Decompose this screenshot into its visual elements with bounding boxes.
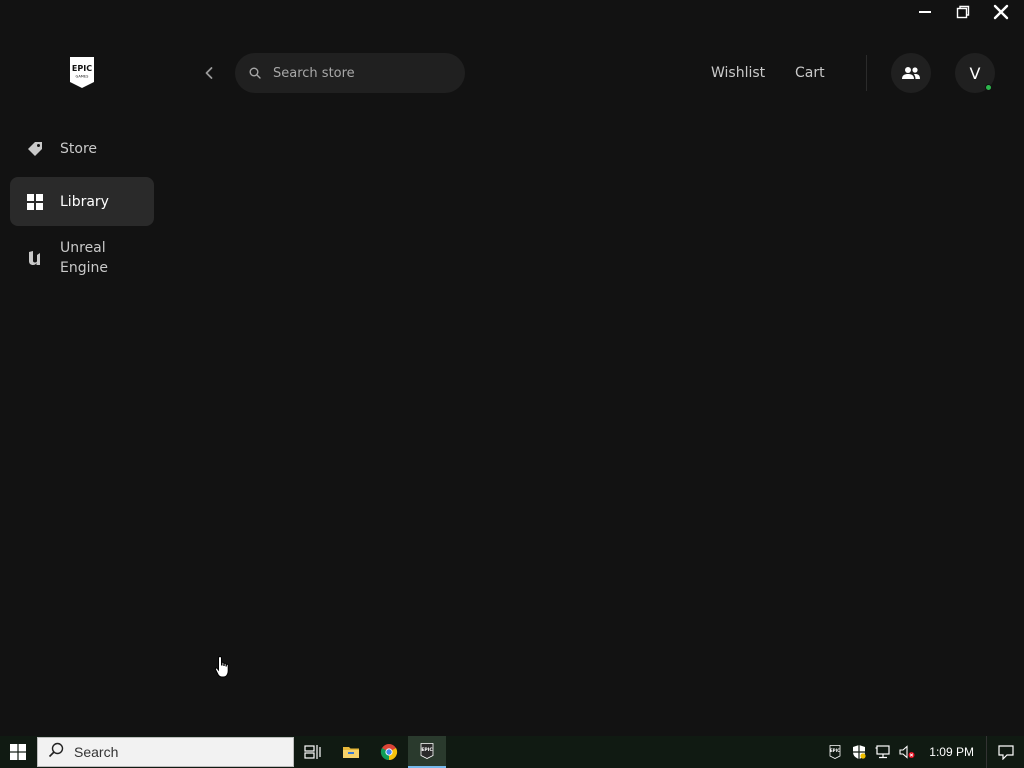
windows-logo-icon <box>10 744 26 760</box>
epic-tray-text: EPIC <box>830 748 840 753</box>
online-status-badge <box>985 84 992 91</box>
back-button[interactable] <box>200 64 218 82</box>
friends-icon <box>902 67 920 79</box>
store-search[interactable] <box>235 53 465 93</box>
notification-icon <box>997 744 1014 760</box>
file-explorer-button[interactable] <box>332 736 370 768</box>
cart-link[interactable]: Cart <box>795 64 825 82</box>
epic-games-icon-text: EPIC <box>421 747 433 753</box>
window-controls <box>916 0 1010 24</box>
taskbar-search[interactable] <box>37 737 294 767</box>
unreal-icon <box>26 249 44 267</box>
sidebar-item-unreal-engine[interactable]: Unreal Engine <box>10 230 154 286</box>
sidebar-item-label: Store <box>60 140 98 157</box>
folder-icon <box>343 747 359 758</box>
wishlist-link[interactable]: Wishlist <box>711 64 765 82</box>
sidebar: Store Library Unreal Engine <box>10 124 154 290</box>
task-view-button[interactable] <box>294 736 332 768</box>
action-center-button[interactable] <box>986 736 1024 768</box>
friends-button[interactable] <box>891 53 931 93</box>
avatar-initial: V <box>969 63 981 83</box>
chrome-icon <box>380 744 398 761</box>
minimize-icon[interactable] <box>916 3 934 21</box>
security-shield-icon[interactable] <box>847 736 871 768</box>
epic-games-logo[interactable]: EPIC GAMES <box>68 56 96 89</box>
windows-taskbar: EPIC EPIC 1:09 PM <box>0 736 1024 768</box>
logo-text-games: GAMES <box>76 75 90 79</box>
taskbar-clock[interactable]: 1:09 PM <box>919 745 986 759</box>
task-view-icon <box>304 745 321 759</box>
search-input[interactable] <box>273 65 453 81</box>
epic-tray-icon[interactable]: EPIC <box>823 736 847 768</box>
epic-games-icon: EPIC <box>420 743 434 759</box>
sidebar-item-label: Unreal Engine <box>60 240 108 276</box>
sidebar-item-library[interactable]: Library <box>10 177 154 226</box>
volume-muted-icon[interactable] <box>895 736 919 768</box>
chrome-button[interactable] <box>370 736 408 768</box>
search-icon <box>249 64 261 83</box>
network-icon[interactable] <box>871 736 895 768</box>
sidebar-item-label: Library <box>60 193 109 210</box>
search-icon <box>48 742 64 762</box>
grid-icon <box>26 193 44 211</box>
windows-start-button[interactable] <box>0 736 36 768</box>
logo-text-epic: EPIC <box>72 64 92 73</box>
header-divider <box>866 55 867 91</box>
hand-cursor-icon <box>214 655 232 683</box>
restore-icon[interactable] <box>954 3 972 21</box>
close-icon[interactable] <box>992 3 1010 21</box>
system-tray: EPIC 1:09 PM <box>823 736 1024 768</box>
taskbar-search-input[interactable] <box>74 744 274 760</box>
avatar[interactable]: V <box>955 53 995 93</box>
chevron-left-icon <box>205 67 213 79</box>
sidebar-item-store[interactable]: Store <box>10 124 154 173</box>
epic-games-taskbar-button[interactable]: EPIC <box>408 736 446 768</box>
tag-icon <box>26 140 44 158</box>
